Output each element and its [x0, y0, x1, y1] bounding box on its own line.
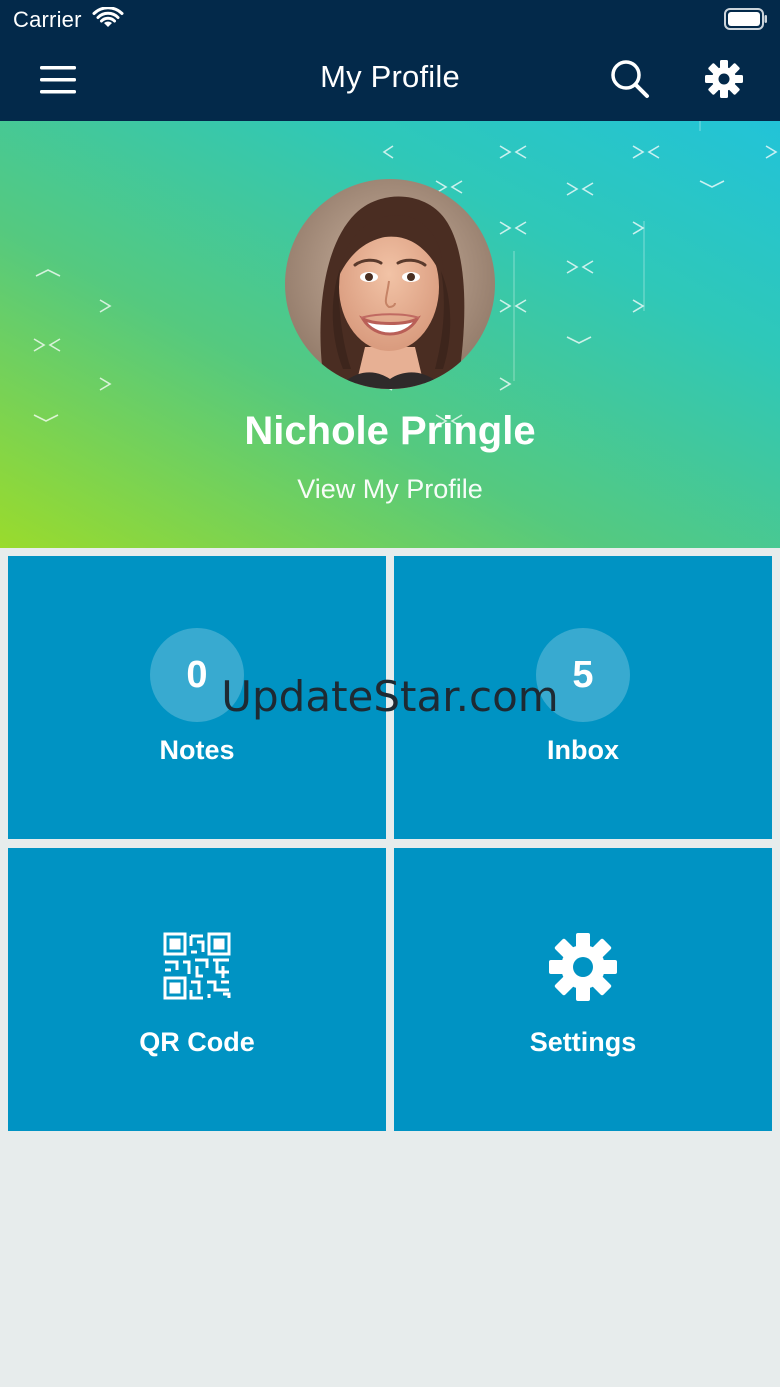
notes-count: 0	[186, 654, 208, 696]
notes-tile[interactable]: 0 Notes	[8, 556, 386, 839]
gear-icon	[549, 933, 617, 1001]
inbox-tile[interactable]: 5 Inbox	[394, 556, 772, 839]
search-icon[interactable]	[609, 58, 651, 100]
status-bar: Carrier	[0, 0, 780, 40]
profile-avatar[interactable]	[285, 179, 495, 389]
profile-name: Nichole Pringle	[244, 409, 536, 453]
qr-code-tile[interactable]: QR Code	[8, 848, 386, 1131]
settings-label: Settings	[529, 1027, 637, 1057]
qr-code-icon	[163, 932, 231, 1000]
carrier-label: Carrier	[13, 7, 82, 32]
page-title: My Profile	[320, 59, 460, 94]
qr-code-label: QR Code	[139, 1027, 255, 1057]
inbox-count: 5	[572, 654, 594, 696]
settings-tile[interactable]: Settings	[394, 848, 772, 1131]
inbox-count-badge: 5	[536, 628, 630, 722]
inbox-label: Inbox	[547, 735, 619, 765]
view-profile-link[interactable]: View My Profile	[0, 474, 780, 505]
notes-count-badge: 0	[150, 628, 244, 722]
notes-label: Notes	[159, 735, 235, 765]
gear-icon[interactable]	[704, 59, 744, 99]
navigation-bar: My Profile	[0, 40, 780, 121]
profile-header: Nichole Pringle View My Profile	[0, 121, 780, 548]
wifi-icon	[92, 7, 124, 27]
top-bar: Carrier My Profile	[0, 0, 780, 121]
battery-icon	[724, 8, 767, 30]
